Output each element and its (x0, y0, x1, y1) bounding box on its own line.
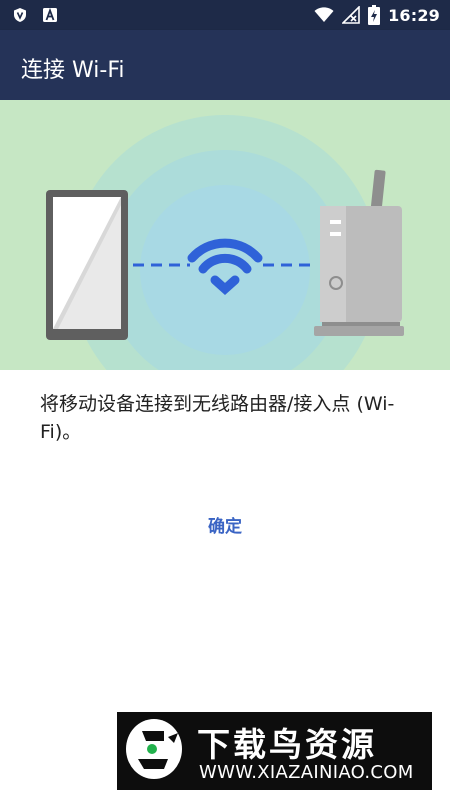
text-a-icon (43, 7, 57, 22)
status-right-icons: 16:29 (314, 5, 440, 25)
battery-charging-icon (368, 5, 381, 25)
signal-ring-inner (140, 185, 310, 355)
page-title: 连接 Wi-Fi (21, 58, 125, 83)
watermark-url: WWW.XIAZAINIAO.COM (199, 762, 414, 783)
status-left-icons (12, 7, 58, 23)
status-bar: 16:29 (0, 0, 450, 30)
bird-logo-icon (126, 719, 182, 779)
watermark-title: 下载鸟资源 (197, 725, 377, 764)
phone-icon (46, 190, 128, 340)
illustration-canvas (46, 115, 404, 370)
no-signal-icon (342, 6, 360, 24)
watermark-banner: 下载鸟资源 WWW.XIAZAINIAO.COM (117, 712, 432, 790)
app-bar: 连接 Wi-Fi (0, 30, 450, 100)
shield-icon (14, 8, 26, 22)
wifi-illustration (0, 100, 450, 370)
ok-button[interactable]: 确定 (185, 506, 265, 542)
description-text: 将移动设备连接到无线路由器/接入点 (Wi-Fi)。 (40, 393, 395, 443)
wifi-icon (314, 7, 334, 22)
status-time: 16:29 (388, 5, 440, 25)
